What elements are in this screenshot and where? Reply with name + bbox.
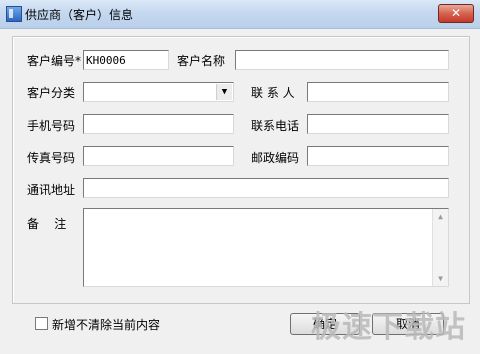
mobile-input[interactable] <box>83 114 234 134</box>
customer-name-label: 客户名称 <box>177 54 226 68</box>
scroll-down-icon[interactable]: ▼ <box>433 271 448 286</box>
keep-content-checkbox[interactable] <box>35 317 48 330</box>
fax-input[interactable] <box>83 146 234 166</box>
customer-id-label: 客户编号* <box>27 54 82 68</box>
scroll-up-icon[interactable]: ▲ <box>433 209 448 224</box>
phone-label: 联系电话 <box>251 119 300 133</box>
category-select[interactable]: ▼ <box>83 82 234 102</box>
notes-scrollbar[interactable]: ▲ ▼ <box>432 209 448 286</box>
mobile-label: 手机号码 <box>27 119 76 133</box>
notes-label: 备 注 <box>27 217 67 231</box>
notes-textarea[interactable]: ▲ ▼ <box>83 208 449 287</box>
close-button[interactable]: ✕ <box>438 4 474 23</box>
category-label: 客户分类 <box>27 86 76 100</box>
title-bar: 供应商（客户）信息 ✕ <box>0 0 480 29</box>
phone-input[interactable] <box>307 114 449 134</box>
window-title: 供应商（客户）信息 <box>25 8 134 22</box>
contact-label: 联 系 人 <box>251 86 295 100</box>
customer-id-input[interactable]: KH0006 <box>83 50 169 70</box>
postcode-label: 邮政编码 <box>251 151 300 165</box>
keep-content-label: 新增不清除当前内容 <box>52 318 161 332</box>
postcode-input[interactable] <box>307 146 449 166</box>
chevron-down-icon[interactable]: ▼ <box>216 84 232 100</box>
watermark-logo: 极速下载站 <box>311 310 466 345</box>
fax-label: 传真号码 <box>27 151 76 165</box>
customer-name-input[interactable] <box>235 50 449 70</box>
app-icon <box>6 6 22 22</box>
contact-input[interactable] <box>307 82 449 102</box>
address-label: 通讯地址 <box>27 183 76 197</box>
address-input[interactable] <box>83 178 449 198</box>
